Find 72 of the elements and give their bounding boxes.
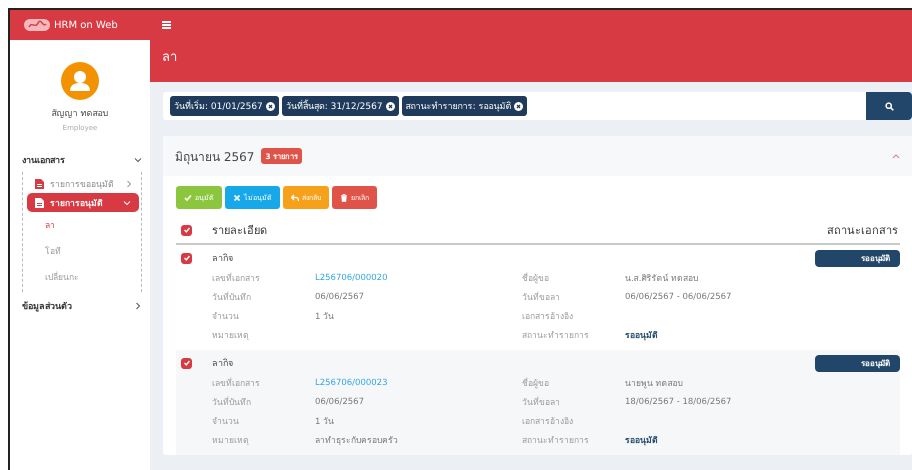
user-name: สัญญา ทดสอบ xyxy=(52,108,108,120)
field-label: เลขที่เอกสาร xyxy=(212,271,261,284)
menu-item[interactable]: รายการอนุมัติ xyxy=(27,193,139,212)
page-title: ลา xyxy=(162,49,178,67)
logo-icon xyxy=(24,19,50,31)
submenu-item[interactable]: ลา xyxy=(23,212,141,238)
document-icon xyxy=(35,178,44,188)
status-badge: รออนุมัติ xyxy=(815,250,900,266)
column-header: สถานะเอกสาร xyxy=(827,223,898,239)
avatar-icon xyxy=(61,62,99,100)
filter-field[interactable]: วันที่เริ่ม: 01/01/2567 วันที่สิ้นสุด: 31/12/2567 สถานะทำรายการ: รออนุมัติ xyxy=(163,92,866,120)
field-value: ลาทำธุระกับครอบครัว xyxy=(315,434,398,446)
menu-section[interactable]: ข้อมูลส่วนตัว xyxy=(22,296,142,316)
field-label: เอกสารอ้างอิง xyxy=(522,416,574,428)
field-label: วันที่ขอลา xyxy=(522,395,561,408)
close-icon[interactable] xyxy=(514,102,524,110)
chevron-icon xyxy=(134,156,142,164)
field-label: เอกสารอ้างอิง xyxy=(522,310,574,322)
leave-type: ลากิจ xyxy=(212,252,233,265)
field-label: สถานะทำรายการ xyxy=(522,330,590,342)
status-badge: รออนุมัติ xyxy=(815,354,900,372)
submenu-item[interactable]: โอที xyxy=(23,238,141,264)
menu-item[interactable]: รายการขออนุมัติ xyxy=(23,174,141,193)
filter-chip[interactable]: วันที่เริ่ม: 01/01/2567 xyxy=(170,96,279,116)
field-label: จำนวน xyxy=(212,310,240,322)
menu-icon[interactable] xyxy=(162,21,171,29)
field-label: วันที่บันทึก xyxy=(212,395,252,408)
field-value: น.ส.ศิริรัตน์ ทดสอบ xyxy=(625,272,698,284)
close-icon[interactable] xyxy=(266,102,275,110)
leave-type: ลากิจ xyxy=(212,358,233,370)
field-value: 06/06/2567 - 06/06/2567 xyxy=(625,292,732,302)
chevron-icon[interactable] xyxy=(892,153,900,159)
field-label: หมายเหตุ xyxy=(212,434,250,446)
document-link[interactable]: L256706/000020 xyxy=(315,272,388,282)
field-label: เลขที่เอกสาร xyxy=(212,376,261,390)
action-icon xyxy=(233,194,241,202)
field-value: นายพูน ทดสอบ xyxy=(625,378,683,390)
chevron-icon xyxy=(125,180,133,188)
app-title: HRM on Web xyxy=(54,20,118,30)
search-button[interactable] xyxy=(866,92,912,120)
action-icon xyxy=(184,194,192,202)
field-value: 1 วัน xyxy=(315,310,334,322)
field-label: สถานะทำรายการ xyxy=(522,434,590,446)
submenu-item[interactable]: เปลี่ยนกะ xyxy=(23,264,141,290)
search-icon xyxy=(884,102,894,110)
close-icon[interactable] xyxy=(386,102,395,110)
filter-chip[interactable]: วันที่สิ้นสุด: 31/12/2567 xyxy=(282,96,399,116)
field-label: หมายเหตุ xyxy=(212,330,250,342)
field-value: 06/06/2567 xyxy=(315,396,364,406)
field-value: รออนุมัติ xyxy=(625,330,658,342)
chevron-icon xyxy=(134,302,142,310)
action-icon xyxy=(291,194,299,202)
field-label: วันที่บันทึก xyxy=(212,290,252,304)
field-label: ชื่อผู้ขอ xyxy=(522,376,550,390)
field-label: ชื่อผู้ขอ xyxy=(522,271,550,284)
group-title: มิถุนายน 2567 xyxy=(175,148,254,166)
field-value: 1 วัน xyxy=(315,416,334,428)
field-label: วันที่ขอลา xyxy=(522,290,561,304)
select-all-checkbox[interactable] xyxy=(181,224,192,236)
field-value: รออนุมัติ xyxy=(625,434,658,446)
row-checkbox[interactable] xyxy=(181,252,192,264)
document-link[interactable]: L256706/000023 xyxy=(315,378,388,388)
field-label: จำนวน xyxy=(212,416,240,428)
filter-chip[interactable]: สถานะทำรายการ: รออนุมัติ xyxy=(402,96,528,116)
menu-section[interactable]: งานเอกสาร xyxy=(22,150,142,170)
field-value: 18/06/2567 - 18/06/2567 xyxy=(625,396,732,406)
document-icon xyxy=(35,198,44,208)
action-icon xyxy=(340,194,348,202)
field-value: 06/06/2567 xyxy=(315,292,364,302)
row-checkbox[interactable] xyxy=(181,358,192,368)
chevron-icon xyxy=(123,198,131,206)
column-header: รายละเอียด xyxy=(212,223,267,239)
